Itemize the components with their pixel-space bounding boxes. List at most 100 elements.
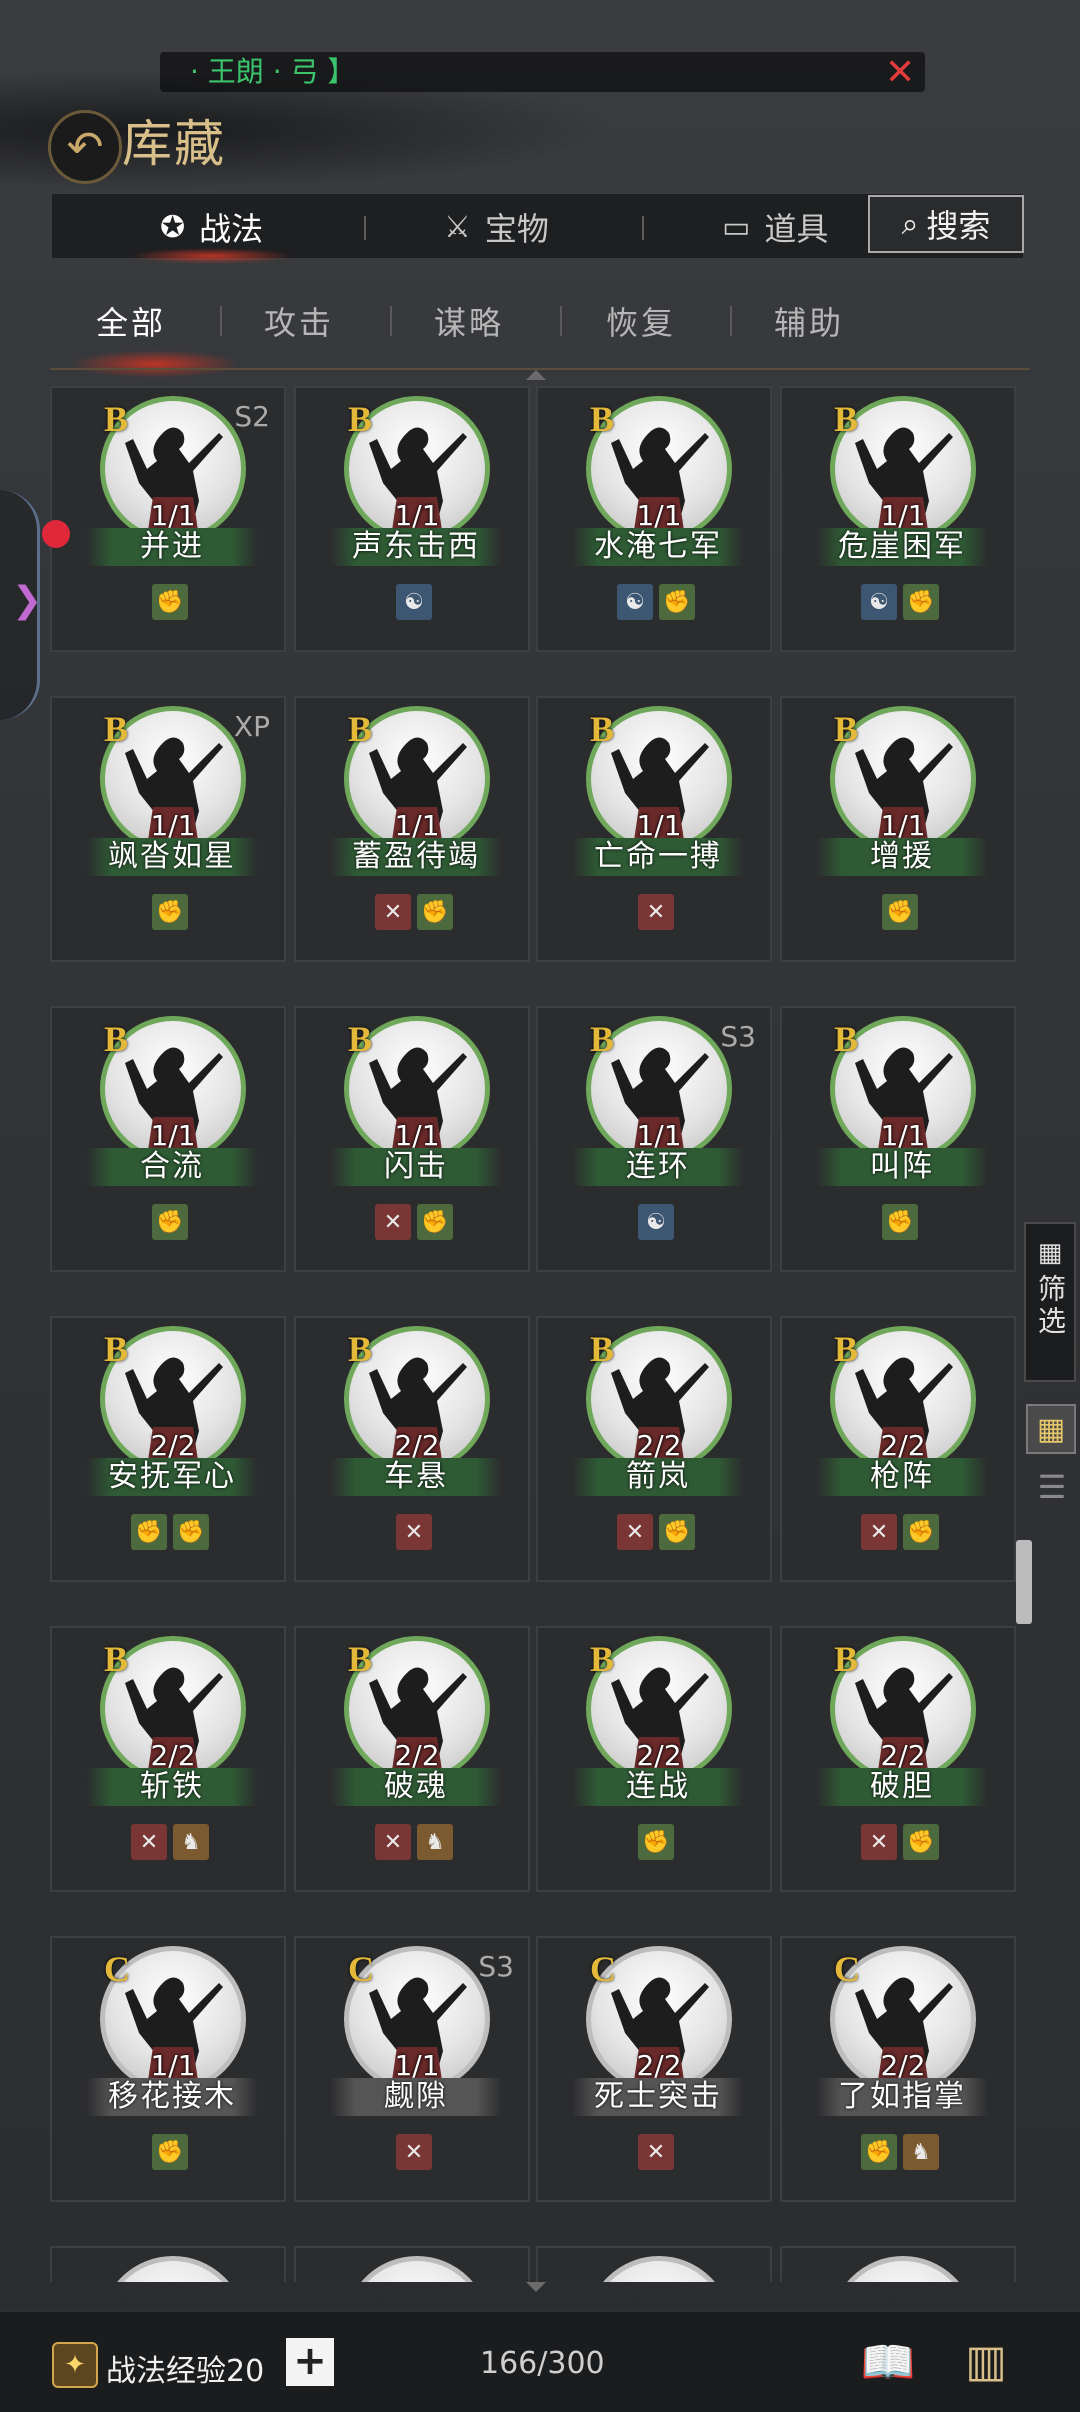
grid-view-icon[interactable]: ▦	[1026, 1404, 1076, 1454]
tactic-name: 蓄盈待竭	[330, 838, 502, 876]
tactic-card[interactable]: 2/2 B 连战 ✊	[536, 1626, 772, 1892]
subtab-all[interactable]: 全部	[96, 298, 166, 344]
tactic-name: 增援	[816, 838, 988, 876]
red-type-icon: ✕	[861, 1824, 897, 1860]
brown-type-icon: ♞	[903, 2134, 939, 2170]
scroll-rack-icon[interactable]: ▥	[956, 2336, 1016, 2396]
tactic-card[interactable]: 1/1 B 危崖困军 ☯ ✊	[780, 386, 1016, 652]
type-icons: ✊ ♞	[782, 2134, 1018, 2170]
tactic-card[interactable]: 2/2 B 车悬 ✕	[294, 1316, 530, 1582]
tab-items[interactable]: ▭ 道具	[722, 194, 828, 260]
tactic-card[interactable]: 2/2 C 死士突击 ✕	[536, 1936, 772, 2202]
tactic-card[interactable]: 1/1 B 亡命一搏 ✕	[536, 696, 772, 962]
season-tag: S3	[720, 1020, 756, 1053]
tactic-name: 斩铁	[86, 1768, 258, 1806]
subtab-attack[interactable]: 攻击	[264, 298, 334, 344]
tab-treasure[interactable]: ⚔ 宝物	[444, 194, 549, 260]
green-type-icon: ✊	[131, 1514, 167, 1550]
scroll-down-indicator	[526, 2282, 546, 2292]
tactic-card[interactable]: 2/2 B 破胆 ✕ ✊	[780, 1626, 1016, 1892]
side-drawer-handle[interactable]: ❯	[0, 490, 42, 720]
green-type-icon: ✊	[417, 1204, 453, 1240]
green-type-icon: ✊	[903, 1824, 939, 1860]
type-icons: ✕ ♞	[296, 1824, 532, 1860]
type-icons: ✕ ✊	[538, 1514, 774, 1550]
tactic-card[interactable]: 2/2 B 斩铁 ✕ ♞	[50, 1626, 286, 1892]
tactic-card[interactable]: 1/1 B S2 并进 ✊	[50, 386, 286, 652]
grid-icon: ▦	[1037, 1238, 1063, 1268]
tactic-name: 安抚军心	[86, 1458, 258, 1496]
tactic-card[interactable]: 1/1 B XP 飒沓如星 ✊	[50, 696, 286, 962]
tactic-card[interactable]: 2/2 C 了如指掌 ✊ ♞	[780, 1936, 1016, 2202]
grade-badge: B	[348, 1639, 373, 1679]
tactic-name: 水淹七军	[572, 528, 744, 566]
search-chip: · 王朗 · 弓 】	[160, 52, 925, 92]
type-icons: ✕	[538, 894, 774, 930]
tactic-card[interactable]	[780, 2246, 1016, 2282]
type-icons: ✕	[296, 1514, 532, 1550]
grade-badge: B	[590, 399, 615, 439]
card-row: 2/2 B 安抚军心 ✊ ✊ 2/2 B 车悬 ✕ 2/2 B 箭岚 ✕ ✊ 2/2 B 枪阵 ✕ ✊	[50, 1316, 1028, 1586]
tactic-name: 破胆	[816, 1768, 988, 1806]
tactic-name: 声东击西	[330, 528, 502, 566]
tactic-card[interactable]: 1/1 B 水淹七军 ☯ ✊	[536, 386, 772, 652]
tab-label: 战法	[199, 210, 264, 248]
subtab-strategy[interactable]: 谋略	[434, 298, 504, 344]
red-type-icon: ✕	[638, 894, 674, 930]
brown-type-icon: ♞	[417, 1824, 453, 1860]
tactic-card[interactable]: 1/1 C S3 觑隙 ✕	[294, 1936, 530, 2202]
tactic-card[interactable]	[50, 2246, 286, 2282]
type-icons: ✊	[782, 894, 1018, 930]
green-type-icon: ✊	[903, 1514, 939, 1550]
grade-badge: C	[104, 1949, 130, 1989]
tactic-card[interactable]: 1/1 B 闪击 ✕ ✊	[294, 1006, 530, 1272]
scroll-icon: ✪	[160, 209, 186, 245]
add-exp-button[interactable]: +	[286, 2338, 334, 2386]
scrollbar[interactable]	[1016, 1540, 1032, 1624]
tactic-name: 了如指掌	[816, 2078, 988, 2116]
tactic-card[interactable]: 1/1 B 蓄盈待竭 ✕ ✊	[294, 696, 530, 962]
tactic-name: 连战	[572, 1768, 744, 1806]
card-row: 2/2 B 斩铁 ✕ ♞ 2/2 B 破魂 ✕ ♞ 2/2 B 连战 ✊ 2/2 B 破胆 ✕ ✊	[50, 1626, 1028, 1896]
subtab-recovery[interactable]: 恢复	[606, 298, 676, 344]
subtab-support[interactable]: 辅助	[774, 298, 844, 344]
book-icon[interactable]: 📖	[858, 2336, 918, 2396]
capacity-count: 166/300	[480, 2346, 605, 2381]
filter-button[interactable]: ▦ 筛选	[1024, 1222, 1076, 1382]
tactic-card[interactable]	[536, 2246, 772, 2282]
grade-badge: B	[590, 1019, 615, 1059]
type-icons: ✊	[52, 584, 288, 620]
green-type-icon: ✊	[173, 1514, 209, 1550]
tactics-grid[interactable]: 1/1 B S2 并进 ✊ 1/1 B 声东击西 ☯ 1/1 B 水淹七军 ☯ ✊ 1/1 B 危崖困军 ☯ ✊ 1/…	[50, 386, 1028, 2282]
red-type-icon: ✕	[617, 1514, 653, 1550]
tactic-card[interactable]: 1/1 B 声东击西 ☯	[294, 386, 530, 652]
divider	[390, 306, 392, 336]
tactic-card[interactable]: 1/1 B 叫阵 ✊	[780, 1006, 1016, 1272]
grade-badge: B	[834, 1639, 859, 1679]
back-arrow-icon[interactable]: ↶	[48, 110, 122, 184]
tactic-card[interactable]: 1/1 B S3 连环 ☯	[536, 1006, 772, 1272]
tab-tactics[interactable]: ✪ 战法	[129, 194, 294, 264]
season-tag: XP	[233, 710, 270, 743]
tactic-card[interactable]	[294, 2246, 530, 2282]
card-row: 1/1 C 移花接木 ✊ 1/1 C S3 觑隙 ✕ 2/2 C 死士突击 ✕ 2/2 C 了如指掌 ✊ ♞	[50, 1936, 1028, 2206]
close-icon[interactable]: ✕	[885, 55, 921, 91]
grade-badge: B	[348, 1019, 373, 1059]
tactic-name: 连环	[572, 1148, 744, 1186]
tactic-card[interactable]: 1/1 C 移花接木 ✊	[50, 1936, 286, 2202]
tactic-portrait	[344, 2256, 490, 2282]
tactic-card[interactable]: 1/1 B 合流 ✊	[50, 1006, 286, 1272]
list-view-icon[interactable]: ☰	[1030, 1468, 1074, 1512]
tactic-card[interactable]: 2/2 B 破魂 ✕ ♞	[294, 1626, 530, 1892]
tactic-card[interactable]: 2/2 B 箭岚 ✕ ✊	[536, 1316, 772, 1582]
tactic-card[interactable]: 2/2 B 安抚军心 ✊ ✊	[50, 1316, 286, 1582]
search-button[interactable]: ⌕ 搜索	[868, 195, 1024, 253]
grade-badge: B	[104, 1329, 129, 1369]
type-icons: ✊	[52, 894, 288, 930]
type-icons: ✕ ✊	[782, 1824, 1018, 1860]
grade-badge: B	[348, 399, 373, 439]
tactic-card[interactable]: 2/2 B 枪阵 ✕ ✊	[780, 1316, 1016, 1582]
type-icons: ☯ ✊	[538, 584, 774, 620]
tactic-card[interactable]: 1/1 B 增援 ✊	[780, 696, 1016, 962]
green-type-icon: ✊	[417, 894, 453, 930]
